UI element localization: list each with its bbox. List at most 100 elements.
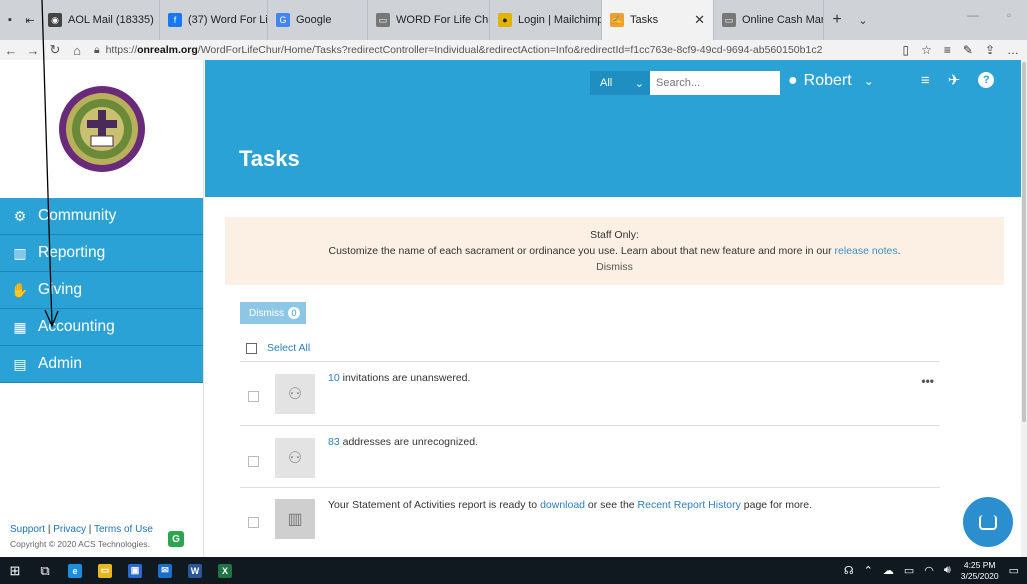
pen-icon[interactable]: ✎ bbox=[963, 43, 973, 57]
refresh-icon[interactable]: ↻ bbox=[44, 42, 66, 58]
edge-icon[interactable]: e bbox=[60, 557, 90, 584]
help-icon[interactable]: ? bbox=[978, 72, 995, 88]
more-icon[interactable]: … bbox=[1007, 43, 1019, 57]
excel-icon[interactable]: X bbox=[210, 557, 240, 584]
report-history-link[interactable]: Recent Report History bbox=[638, 499, 741, 511]
share-icon[interactable]: ⇪ bbox=[985, 43, 995, 57]
url-field[interactable]: 🔒︎ https://onrealm.org/WordForLifeChur/H… bbox=[88, 44, 894, 57]
clock[interactable]: 4:25 PM 3/25/2020 bbox=[961, 560, 999, 582]
search-scope-select[interactable]: All ⌄ bbox=[590, 71, 650, 95]
task-checkbox[interactable] bbox=[248, 517, 259, 528]
tab-menu-icon[interactable]: ▪ bbox=[0, 0, 20, 40]
dismiss-label: Dismiss bbox=[249, 307, 284, 319]
support-link[interactable]: Support bbox=[10, 524, 45, 535]
search-icon[interactable]: ⚲ bbox=[745, 73, 755, 90]
windows-taskbar: ⊞ ⧉ e ▭ ▣ ✉ W X ☊ ⌃ ☁ ▭ ◠ 🔊︎ 4:25 PM 3/2… bbox=[0, 557, 1027, 584]
forward-icon[interactable]: → bbox=[22, 43, 44, 58]
sidebar-item-label: Reporting bbox=[38, 244, 106, 261]
banner-dismiss-link[interactable]: Dismiss bbox=[225, 259, 1004, 275]
staff-banner: Staff Only: Customize the name of each s… bbox=[225, 217, 1004, 285]
task-row: ⚇ 10 invitations are unanswered. ••• bbox=[246, 372, 940, 422]
sidebar-item-admin[interactable]: ▤ Admin bbox=[0, 346, 203, 383]
battery-icon[interactable]: ▭ bbox=[904, 564, 914, 577]
store-icon[interactable]: ▣ bbox=[120, 557, 150, 584]
people-icon[interactable]: ☊ bbox=[844, 564, 854, 577]
sidebar-item-label: Community bbox=[38, 207, 117, 224]
search-scope-value: All bbox=[600, 77, 613, 89]
task-row: ⚇ 83 addresses are unrecognized. bbox=[246, 436, 940, 486]
sidebar: ⚙ Community ▥ Reporting ✋ Giving ▦ Accou… bbox=[0, 60, 204, 557]
windows-start-icon[interactable]: ⊞ bbox=[0, 557, 30, 584]
task-view-icon[interactable]: ⧉ bbox=[30, 557, 60, 584]
back-icon[interactable]: ← bbox=[0, 43, 22, 58]
privacy-link[interactable]: Privacy bbox=[53, 524, 86, 535]
people-icon: ⚇ bbox=[275, 438, 315, 478]
maximize-icon[interactable]: ▫ bbox=[991, 0, 1027, 30]
user-icon: ● bbox=[788, 72, 798, 89]
release-notes-link[interactable]: release notes bbox=[835, 245, 898, 257]
sidebar-item-community[interactable]: ⚙ Community bbox=[0, 198, 203, 235]
address-bar: ← → ↻ ⌂ 🔒︎ https://onrealm.org/WordForLi… bbox=[0, 40, 1027, 60]
new-tab-button[interactable]: + bbox=[824, 0, 850, 40]
favorite-star-icon[interactable]: ☆ bbox=[921, 43, 932, 57]
sidebar-item-giving[interactable]: ✋ Giving bbox=[0, 272, 203, 309]
search-input[interactable] bbox=[650, 71, 780, 95]
tab-tasks[interactable]: ✍ Tasks ✕ bbox=[602, 0, 714, 40]
chart-icon: ▥ bbox=[13, 244, 27, 261]
tab-aol[interactable]: ◉ AOL Mail (18335) bbox=[40, 0, 160, 40]
sidebar-item-accounting[interactable]: ▦ Accounting bbox=[0, 309, 203, 346]
task-checkbox[interactable] bbox=[248, 456, 259, 467]
sidebar-item-reporting[interactable]: ▥ Reporting bbox=[0, 235, 203, 272]
home-icon[interactable]: ⌂ bbox=[66, 43, 88, 58]
wifi-icon[interactable]: ◠ bbox=[924, 564, 934, 577]
minimize-icon[interactable]: — bbox=[955, 0, 991, 30]
calculator-icon: ▦ bbox=[13, 318, 27, 335]
tab-word-for-life[interactable]: ▭ WORD For Life Chu bbox=[368, 0, 490, 40]
tab-mailchimp[interactable]: ● Login | Mailchimp bbox=[490, 0, 602, 40]
walk-icon[interactable]: ✈ bbox=[948, 71, 961, 89]
select-all-link[interactable]: Select All bbox=[267, 342, 310, 354]
tab-list-icon[interactable]: ⌄ bbox=[850, 0, 876, 40]
lock-icon: 🔒︎ bbox=[94, 43, 100, 56]
notifications-icon[interactable]: ▭ bbox=[1009, 564, 1019, 577]
user-menu[interactable]: ● Robert ⌄ bbox=[788, 72, 874, 90]
task-count-link[interactable]: 83 bbox=[328, 436, 340, 448]
tab-label: Tasks bbox=[630, 14, 659, 26]
select-all-row: Select All bbox=[246, 342, 310, 354]
chat-button[interactable] bbox=[963, 497, 1013, 547]
church-logo bbox=[0, 60, 203, 198]
tab-label: AOL Mail (18335) bbox=[68, 14, 154, 26]
reading-view-icon[interactable]: ▯ bbox=[902, 43, 909, 57]
tab-google[interactable]: G Google bbox=[268, 0, 368, 40]
task-count-link[interactable]: 10 bbox=[328, 372, 340, 384]
select-all-checkbox[interactable] bbox=[246, 342, 257, 354]
dismiss-button[interactable]: Dismiss 0 bbox=[240, 302, 306, 324]
tab-back-icon[interactable]: ⇤ bbox=[20, 0, 40, 40]
cloud-icon[interactable]: ☁ bbox=[883, 564, 894, 577]
close-icon[interactable]: ✕ bbox=[694, 12, 705, 28]
favorites-list-icon[interactable]: ≡ bbox=[944, 43, 951, 57]
divider bbox=[240, 361, 940, 362]
terms-link[interactable]: Terms of Use bbox=[94, 524, 153, 535]
task-text: 83 addresses are unrecognized. bbox=[328, 436, 479, 448]
task-checkbox[interactable] bbox=[248, 391, 259, 402]
word-icon[interactable]: W bbox=[180, 557, 210, 584]
list-icon[interactable]: ≡ bbox=[921, 72, 930, 89]
hand-gift-icon: ✋ bbox=[11, 281, 29, 298]
mail-icon[interactable]: ✉ bbox=[150, 557, 180, 584]
clipboard-icon: ▤ bbox=[13, 355, 27, 372]
tab-facebook[interactable]: f (37) Word For Life bbox=[160, 0, 268, 40]
chevron-up-icon[interactable]: ⌃ bbox=[864, 564, 873, 577]
aol-icon: ◉ bbox=[48, 13, 62, 27]
download-link[interactable]: download bbox=[540, 499, 585, 511]
tab-label: WORD For Life Chu bbox=[396, 14, 490, 26]
tab-online-cash[interactable]: ▭ Online Cash Mana bbox=[714, 0, 824, 40]
browser-tab-bar: ▪ ⇤ ◉ AOL Mail (18335) f (37) Word For L… bbox=[0, 0, 1027, 40]
page-scrollbar[interactable] bbox=[1021, 60, 1027, 557]
scrollbar-thumb[interactable] bbox=[1022, 62, 1026, 422]
more-options-icon[interactable]: ••• bbox=[921, 374, 934, 388]
divider bbox=[240, 425, 940, 426]
url-text: https://onrealm.org/WordForLifeChur/Home… bbox=[105, 44, 823, 56]
volume-icon[interactable]: 🔊︎ bbox=[944, 564, 951, 577]
file-explorer-icon[interactable]: ▭ bbox=[90, 557, 120, 584]
